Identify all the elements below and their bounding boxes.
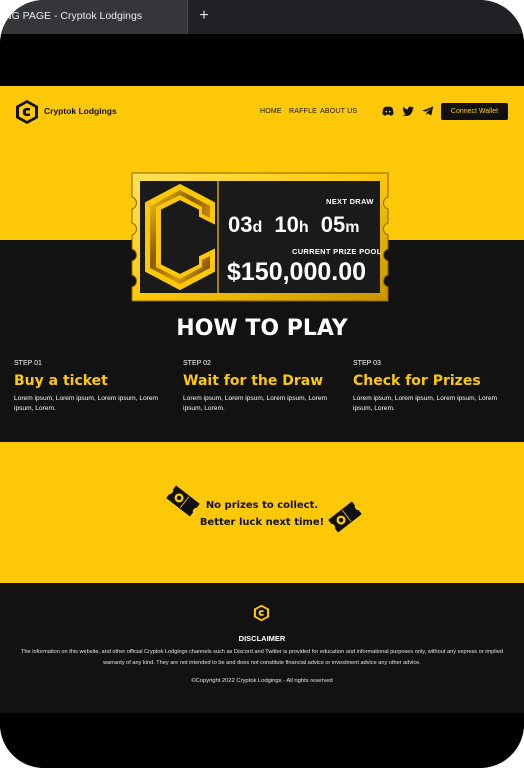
step-description: Lorem ipsum, Lorem ipsum, Lorem ipsum, L… [14, 395, 159, 412]
prize-pool-label: CURRENT PRIZE POOL [292, 247, 382, 256]
minutes-unit: m [345, 219, 360, 236]
footer-logo-icon[interactable] [253, 604, 270, 622]
how-to-play-title: HOW TO PLAY [176, 316, 348, 341]
nav-raffle[interactable]: RAFFLE [289, 108, 317, 115]
step-card: STEP 01 Buy a ticket Lorem ipsum, Lorem … [14, 360, 174, 413]
twitter-icon[interactable] [401, 104, 415, 118]
connect-wallet-button[interactable]: Connect Wallet [441, 103, 508, 120]
new-tab-button[interactable]: + [196, 6, 212, 26]
website: Cryptok Lodgings HOME RAFFLE ABOUT US Co… [0, 86, 524, 713]
step-title: Buy a ticket [14, 373, 108, 389]
countdown-minutes: 05 [320, 212, 346, 237]
step-title: Wait for the Draw [183, 373, 324, 389]
step-number: STEP 02 [183, 360, 211, 367]
days-unit: d [252, 219, 263, 236]
telegram-icon[interactable] [421, 104, 435, 118]
hours-unit: h [298, 219, 309, 236]
browser-viewport-bottom [0, 713, 524, 768]
step-number: STEP 01 [14, 360, 42, 367]
site-footer: DISCLAIMER The information on this websi… [0, 583, 524, 713]
browser-viewport-top [0, 34, 524, 86]
countdown-hours: 10 [274, 212, 299, 237]
step-card: STEP 02 Wait for the Draw Lorem ipsum, L… [183, 360, 343, 413]
disclaimer-text: The information on this website, and oth… [21, 649, 503, 666]
countdown-days: 03 [228, 212, 253, 237]
copyright-text: ©Copyright 2022 Cryptok Lodgings - All r… [191, 678, 333, 684]
browser-tab[interactable]: NG PAGE - Cryptok Lodgings [0, 0, 188, 34]
step-title: Check for Prizes [353, 373, 481, 389]
brand-name[interactable]: Cryptok Lodgings [44, 106, 117, 116]
tab-title: NG PAGE - Cryptok Lodgings [4, 10, 143, 22]
disclaimer-title: DISCLAIMER [238, 634, 286, 643]
logo-icon[interactable] [15, 99, 39, 125]
browser-tab-bar: NG PAGE - Cryptok Lodgings + [0, 0, 524, 34]
step-number: STEP 03 [353, 360, 381, 367]
step-description: Lorem ipsum, Lorem ipsum, Lorem ipsum, L… [183, 395, 328, 412]
step-description: Lorem ipsum, Lorem ipsum, Lorem ipsum, L… [353, 395, 498, 412]
next-draw-label: NEXT DRAW [326, 197, 374, 206]
device-frame: NG PAGE - Cryptok Lodgings + Cryptok Lod… [0, 0, 524, 768]
prize-section: No prizes to collect. Better luck next t… [0, 442, 524, 583]
better-luck-message: Better luck next time! [199, 517, 325, 528]
nav-home[interactable]: HOME [260, 108, 282, 115]
step-card: STEP 03 Check for Prizes Lorem ipsum, Lo… [353, 360, 513, 413]
countdown-timer: 03d 10h 05m [228, 212, 366, 238]
discord-icon[interactable] [381, 104, 395, 118]
prize-pool-value: $150,000.00 [227, 258, 367, 286]
nav-about-us[interactable]: ABOUT US [320, 108, 357, 115]
no-prizes-message: No prizes to collect. [205, 500, 319, 511]
